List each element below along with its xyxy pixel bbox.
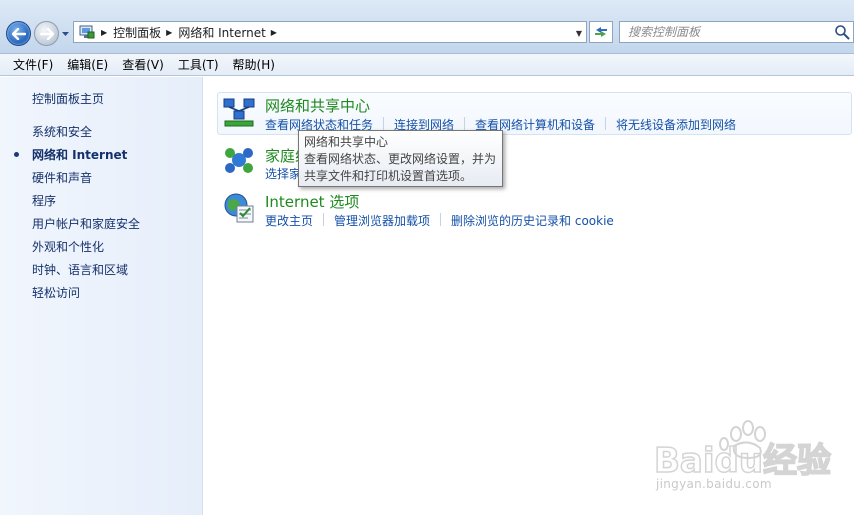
link-add-wireless-device[interactable]: 将无线设备添加到网络 <box>616 116 736 133</box>
forward-arrow-icon <box>39 27 54 40</box>
breadcrumb-control-panel[interactable]: 控制面板 <box>113 24 161 41</box>
sidebar-item-clock-language[interactable]: 时钟、语言和区域 <box>32 261 128 278</box>
current-item-bullet-icon <box>14 152 19 157</box>
link-manage-browser-addons[interactable]: 管理浏览器加载项 <box>334 212 430 229</box>
breadcrumb-separator-icon[interactable]: ▶ <box>101 28 107 37</box>
sidebar-item-user-accounts[interactable]: 用户帐户和家庭安全 <box>32 215 140 232</box>
watermark-url: jingyan.baidu.com <box>656 477 772 491</box>
watermark-brand: Baidu经验 <box>654 441 831 481</box>
category-internet-options: Internet 选项 更改主页 管理浏览器加载项 删除浏览的历史记录和 coo… <box>218 187 854 231</box>
refresh-button[interactable] <box>589 21 613 43</box>
category-title-internet-options[interactable]: Internet 选项 <box>265 191 359 212</box>
breadcrumb-separator-icon[interactable]: ▶ <box>271 28 277 37</box>
search-input[interactable] <box>620 22 820 42</box>
address-bar[interactable]: ▶ 控制面板 ▶ 网络和 Internet ▶ ▼ <box>73 21 587 43</box>
sidebar-item-system-security[interactable]: 系统和安全 <box>32 123 92 140</box>
menu-tools[interactable]: 工具(T) <box>171 56 226 73</box>
search-icon[interactable] <box>834 24 850 40</box>
tooltip-title: 网络和共享中心 <box>304 135 389 149</box>
baidu-jingyan-watermark-logo: Baidu经验 <box>653 420 832 482</box>
search-box[interactable] <box>619 21 854 43</box>
refresh-icon <box>595 27 607 37</box>
sidebar-item-appearance[interactable]: 外观和个性化 <box>32 238 104 255</box>
control-panel-icon <box>79 25 95 39</box>
internet-options-icon[interactable] <box>222 191 256 225</box>
back-button[interactable] <box>6 21 31 46</box>
link-separator <box>383 117 385 130</box>
sidebar-item-network-internet[interactable]: 网络和 Internet <box>32 146 127 163</box>
address-dropdown-icon[interactable]: ▼ <box>576 29 582 38</box>
link-separator <box>323 213 325 226</box>
menu-help[interactable]: 帮助(H) <box>226 56 282 73</box>
sidebar-item-ease-of-access[interactable]: 轻松访问 <box>32 284 80 301</box>
menu-file[interactable]: 文件(F) <box>6 56 60 73</box>
sidebar-item-hardware-sound[interactable]: 硬件和声音 <box>32 169 92 186</box>
category-title-network-sharing[interactable]: 网络和共享中心 <box>265 95 370 116</box>
menu-edit[interactable]: 编辑(E) <box>60 56 115 73</box>
breadcrumb-network-internet[interactable]: 网络和 Internet <box>178 24 265 41</box>
network-sharing-center-icon[interactable] <box>222 95 256 129</box>
left-navigation-pane: 控制面板主页 系统和安全 网络和 Internet 硬件和声音 程序 用户帐户和… <box>0 77 203 515</box>
tooltip-line-2: 共享文件和打印机设置首选项。 <box>304 169 473 183</box>
tooltip-line-1: 查看网络状态、更改网络设置，并为 <box>304 152 497 166</box>
menu-view[interactable]: 查看(V) <box>115 56 171 73</box>
link-separator <box>464 117 466 130</box>
address-toolbar: ▶ 控制面板 ▶ 网络和 Internet ▶ ▼ <box>0 0 854 54</box>
link-delete-browsing-history[interactable]: 删除浏览的历史记录和 cookie <box>451 212 614 229</box>
link-separator <box>440 213 442 226</box>
back-arrow-icon <box>11 27 26 40</box>
sidebar-home-link[interactable]: 控制面板主页 <box>32 90 104 107</box>
category-links-internet-options: 更改主页 管理浏览器加载项 删除浏览的历史记录和 cookie <box>265 212 614 229</box>
menu-bar: 文件(F) 编辑(E) 查看(V) 工具(T) 帮助(H) <box>0 54 854 76</box>
category-network-sharing: 网络和共享中心 查看网络状态和任务 连接到网络 查看网络计算机和设备 将无线设备… <box>218 77 854 137</box>
link-change-home-page[interactable]: 更改主页 <box>265 212 313 229</box>
recent-pages-dropdown-icon[interactable] <box>61 30 70 38</box>
tooltip: 网络和共享中心 查看网络状态、更改网络设置，并为 共享文件和打印机设置首选项。 <box>298 130 503 187</box>
sidebar-item-programs[interactable]: 程序 <box>32 192 56 209</box>
link-separator <box>605 117 607 130</box>
forward-button[interactable] <box>34 21 59 46</box>
breadcrumb-separator-icon[interactable]: ▶ <box>166 28 172 37</box>
homegroup-icon[interactable] <box>222 143 256 177</box>
